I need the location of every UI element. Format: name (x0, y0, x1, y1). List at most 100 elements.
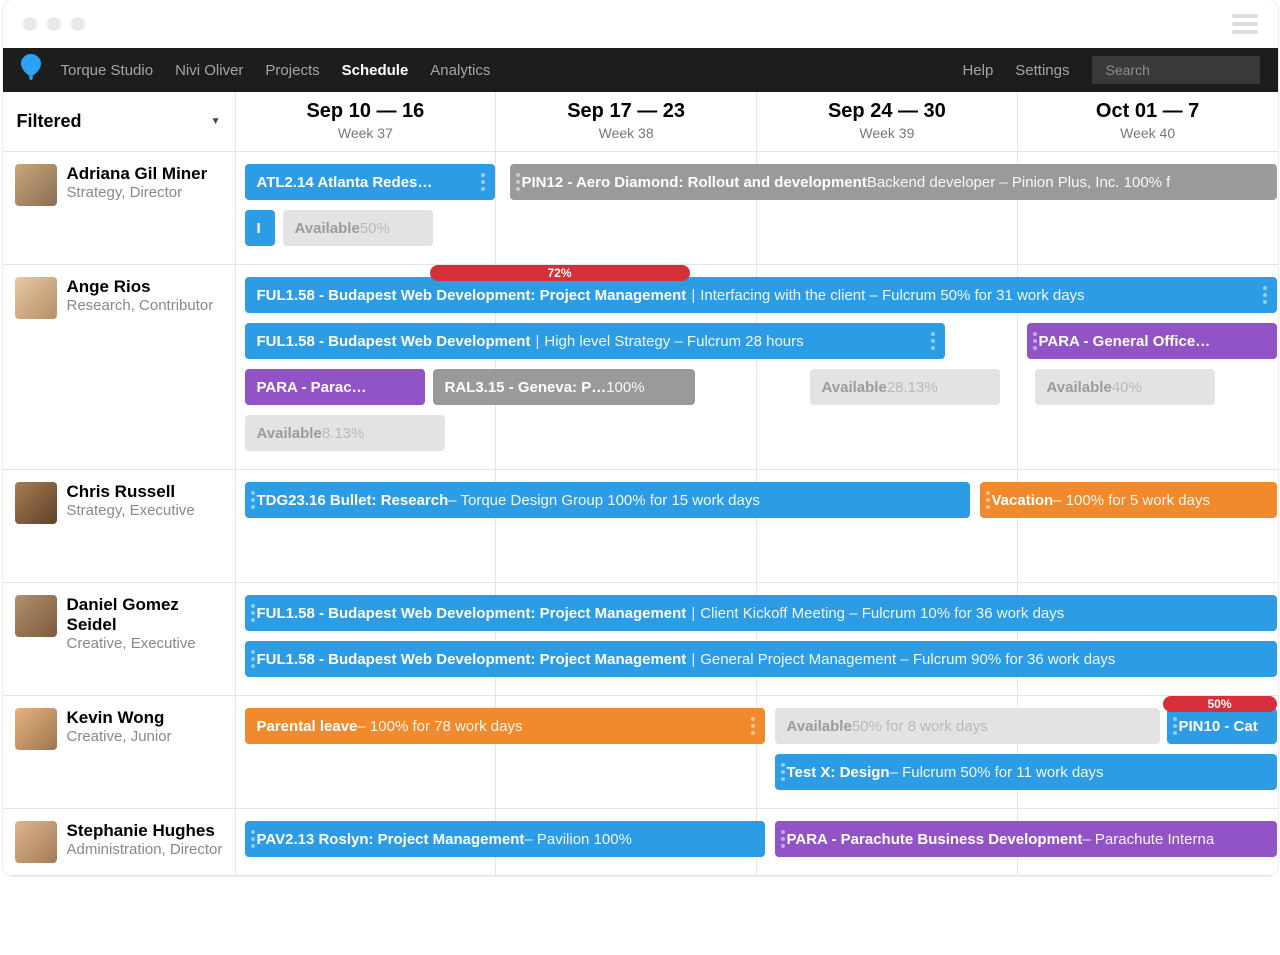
schedule-bar[interactable]: ATL2.14 Atlanta Redes… (245, 164, 495, 200)
schedule-bar[interactable]: RAL3.15 - Geneva: P… 100% (433, 369, 695, 405)
person-cell[interactable]: Adriana Gil Miner Strategy, Director (3, 152, 235, 264)
person-cell[interactable]: Kevin Wong Creative, Junior (3, 696, 235, 808)
week-number: Week 37 (236, 125, 496, 141)
drag-handle-icon[interactable] (516, 172, 524, 192)
drag-handle-icon[interactable] (251, 649, 259, 669)
person-role: Research, Contributor (67, 297, 214, 314)
week-column-header[interactable]: Sep 10 — 16 Week 37 (235, 92, 496, 151)
week-column-header[interactable]: Sep 17 — 23 Week 38 (495, 92, 756, 151)
bar-detail: Interfacing with the client – Fulcrum 50… (700, 287, 1084, 304)
bar-title: PARA - Parachute Business Development (787, 831, 1083, 848)
schedule-bar[interactable]: PARA - Parachute Business Development – … (775, 821, 1277, 857)
person-role: Strategy, Director (67, 184, 208, 201)
nav-item[interactable]: Schedule (342, 62, 409, 79)
overload-indicator[interactable]: 72% (430, 265, 690, 281)
avatar[interactable] (15, 708, 57, 750)
bar-title: PARA - General Office… (1039, 333, 1211, 350)
window-controls (23, 17, 85, 31)
drag-handle-icon[interactable] (251, 829, 259, 849)
schedule-bar[interactable]: I (245, 210, 275, 246)
week-column-header[interactable]: Sep 24 — 30 Week 39 (756, 92, 1017, 151)
week-column-header[interactable]: Oct 01 — 7 Week 40 (1017, 92, 1278, 151)
schedule-bar[interactable]: Available 28.13% (810, 369, 1000, 405)
schedule-bar[interactable]: Available 8.13% (245, 415, 445, 451)
bar-title: Test X: Design (787, 764, 890, 781)
tracks-area[interactable]: PAV2.13 Roslyn: Project Management – Pav… (235, 809, 1278, 875)
drag-handle-icon[interactable] (1173, 716, 1181, 736)
schedule-bar[interactable]: PAV2.13 Roslyn: Project Management – Pav… (245, 821, 765, 857)
bar-title: FUL1.58 - Budapest Web Development (257, 333, 531, 350)
person-cell[interactable]: Chris Russell Strategy, Executive (3, 470, 235, 582)
lane: ATL2.14 Atlanta Redes… PIN12 - Aero Diamo… (235, 164, 1278, 202)
bar-title: FUL1.58 - Budapest Web Development: Proj… (257, 605, 687, 622)
drag-handle-icon[interactable] (251, 603, 259, 623)
schedule-bar[interactable]: PARA - Parac… (245, 369, 425, 405)
person-cell[interactable]: Stephanie Hughes Administration, Directo… (3, 809, 235, 875)
drag-handle-icon[interactable] (481, 172, 489, 192)
schedule-bar[interactable]: Available 50% (283, 210, 433, 246)
person-cell[interactable]: Ange Rios Research, Contributor (3, 265, 235, 469)
schedule-bar[interactable]: FUL1.58 - Budapest Web Development: Proj… (245, 595, 1277, 631)
nav-item[interactable]: Analytics (430, 62, 490, 79)
schedule-bar[interactable]: FUL1.58 - Budapest Web Development: Proj… (245, 641, 1277, 677)
schedule-bar[interactable]: Test X: Design – Fulcrum 50% for 11 work… (775, 754, 1277, 790)
search-input[interactable]: Search (1092, 56, 1260, 84)
drag-handle-icon[interactable] (781, 762, 789, 782)
avatar[interactable] (15, 482, 57, 524)
tracks-area[interactable]: 72% FUL1.58 - Budapest Web Development: P… (235, 265, 1278, 469)
drag-handle-icon[interactable] (781, 829, 789, 849)
bar-title: Available (257, 425, 322, 442)
tracks-area[interactable]: ATL2.14 Atlanta Redes… PIN12 - Aero Diamo… (235, 152, 1278, 264)
schedule-bar[interactable]: FUL1.58 - Budapest Web Development: Proj… (245, 277, 1277, 313)
window-dot[interactable] (23, 17, 37, 31)
drag-handle-icon[interactable] (751, 716, 759, 736)
avatar[interactable] (15, 595, 57, 637)
drag-handle-icon[interactable] (251, 490, 259, 510)
schedule-bar[interactable]: PARA - General Office… (1027, 323, 1277, 359)
person-cell[interactable]: Daniel Gomez Seidel Creative, Executive (3, 583, 235, 695)
bar-title: Available (295, 220, 360, 237)
person-name: Kevin Wong (67, 708, 172, 728)
tracks-area[interactable]: FUL1.58 - Budapest Web Development: Proj… (235, 583, 1278, 695)
nav-item[interactable]: Nivi Oliver (175, 62, 243, 79)
schedule-bar[interactable]: FUL1.58 - Budapest Web Development | Hig… (245, 323, 945, 359)
hamburger-icon[interactable] (1232, 14, 1258, 34)
settings-link[interactable]: Settings (1015, 62, 1069, 79)
drag-handle-icon[interactable] (1033, 331, 1041, 351)
schedule-bar[interactable]: PIN12 - Aero Diamond: Rollout and develo… (510, 164, 1277, 200)
bar-title: Parental leave (257, 718, 358, 735)
bar-detail: 50% (360, 220, 390, 237)
schedule-bar[interactable]: PIN10 - Cat (1167, 708, 1277, 744)
person-role: Administration, Director (67, 841, 223, 858)
nav-item[interactable]: Torque Studio (61, 62, 154, 79)
window-dot[interactable] (47, 17, 61, 31)
avatar[interactable] (15, 164, 57, 206)
schedule-bar[interactable]: Available 50% for 8 work days (775, 708, 1160, 744)
lane (235, 528, 1278, 566)
overload-indicator[interactable]: 50% (1163, 696, 1277, 712)
help-link[interactable]: Help (962, 62, 993, 79)
schedule-bar[interactable]: TDG23.16 Bullet: Research – Torque Desig… (245, 482, 970, 518)
bar-title: PAV2.13 Roslyn: Project Management (257, 831, 525, 848)
logo-balloon-icon[interactable] (21, 54, 41, 86)
bar-title: FUL1.58 - Budapest Web Development: Proj… (257, 287, 687, 304)
week-range: Sep 24 — 30 (757, 100, 1017, 123)
bar-detail: 28.13% (887, 379, 938, 396)
schedule-bar[interactable]: Vacation – 100% for 5 work days (980, 482, 1277, 518)
schedule-bar[interactable]: Available 40% (1035, 369, 1215, 405)
drag-handle-icon[interactable] (986, 490, 994, 510)
schedule-bar[interactable]: Parental leave – 100% for 78 work days (245, 708, 765, 744)
filter-dropdown[interactable]: Filtered ▼ (3, 92, 235, 151)
nav-item[interactable]: Projects (265, 62, 319, 79)
drag-handle-icon[interactable] (931, 331, 939, 351)
drag-handle-icon[interactable] (1263, 285, 1271, 305)
person-role: Creative, Executive (67, 635, 223, 652)
avatar[interactable] (15, 277, 57, 319)
avatar[interactable] (15, 821, 57, 863)
tracks-area[interactable]: TDG23.16 Bullet: Research – Torque Desig… (235, 470, 1278, 582)
person-row: Kevin Wong Creative, Junior 50% Parental … (3, 696, 1278, 809)
window-dot[interactable] (71, 17, 85, 31)
tracks-area[interactable]: 50% Parental leave – 100% for 78 work day… (235, 696, 1278, 808)
lane: FUL1.58 - Budapest Web Development: Proj… (235, 277, 1278, 315)
bar-title: Available (1047, 379, 1112, 396)
